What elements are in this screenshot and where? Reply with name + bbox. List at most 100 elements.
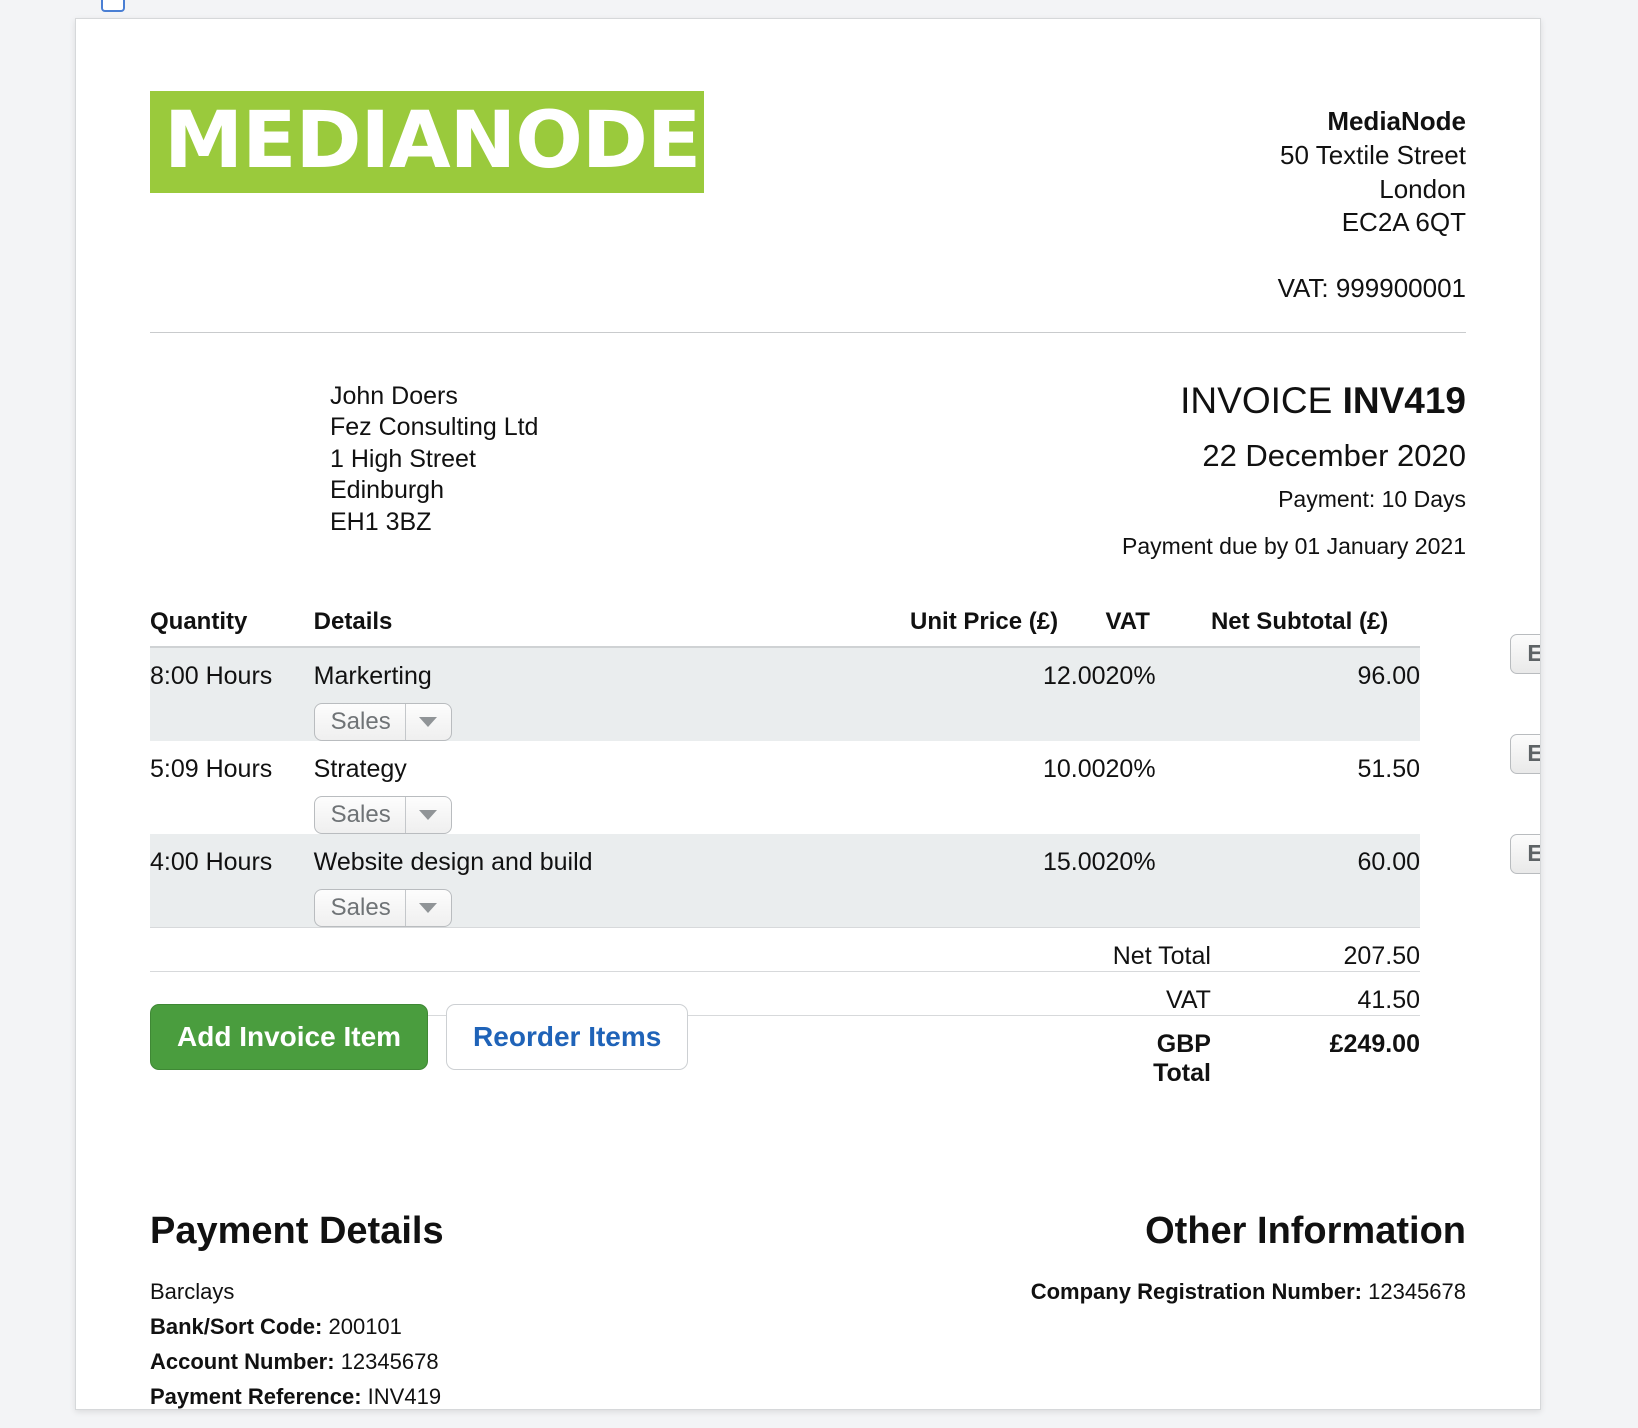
supplier-name: MediaNode <box>1327 106 1466 136</box>
company-registration-value: 12345678 <box>1368 1278 1466 1304</box>
supplier-postcode: EC2A 6QT <box>1341 207 1466 238</box>
invoice-footer: Payment Details Barclays Bank/Sort Code:… <box>150 1088 1466 1409</box>
vat-total-label: VAT <box>1105 970 1211 1016</box>
row-unit-price: 12.00 <box>910 646 1106 741</box>
payment-terms: Payment: 10 Days <box>1278 485 1466 512</box>
supplier-address-block: MediaNode 50 Textile Street London EC2A … <box>1278 91 1466 306</box>
company-logo: MEDIANODE <box>150 91 704 193</box>
customer-address-block: John Doers Fez Consulting Ltd 1 High Str… <box>150 381 538 539</box>
table-row: 4:00 Hours Website design and build Sale… <box>150 833 1420 928</box>
table-row: 5:09 Hours Strategy Sales 10.00 20% 51.5… <box>150 741 1420 834</box>
chevron-down-icon <box>404 796 451 833</box>
sort-code-label: Bank/Sort Code: <box>150 1313 323 1339</box>
vat-total-value: 41.50 <box>1210 970 1420 1016</box>
net-total-row: Net Total 207.50 <box>150 926 1420 972</box>
invoice-details-block: INVOICE INV419 22 December 2020 Payment:… <box>1122 379 1466 560</box>
invoice-label: INVOICE <box>1180 379 1333 421</box>
payment-reference-row: Payment Reference: INV419 <box>150 1383 444 1409</box>
row-category-select[interactable]: Sales <box>313 888 452 927</box>
edit-row-button[interactable]: Edit <box>1510 733 1540 774</box>
row-unit-price: 15.00 <box>910 833 1106 928</box>
sort-code-value: 200101 <box>328 1313 402 1339</box>
customer-city: Edinburgh <box>330 476 444 505</box>
row-details-cell: Strategy Sales <box>313 741 910 834</box>
row-vat: 20% <box>1105 833 1211 928</box>
row-net-subtotal: 60.00 <box>1210 833 1420 928</box>
row-category-value: Sales <box>330 800 391 828</box>
row-actions-3: Edit ✖ <box>1510 833 1540 874</box>
chevron-down-icon <box>404 889 451 926</box>
customer-company: Fez Consulting Ltd <box>330 413 539 442</box>
reorder-items-button[interactable]: Reorder Items <box>446 1003 689 1070</box>
customer-contact: John Doers <box>330 381 458 410</box>
spacer-cell <box>910 926 1106 972</box>
supplier-city: London <box>1379 173 1466 204</box>
supplier-address-line-1: 50 Textile Street <box>1280 139 1466 170</box>
row-quantity: 8:00 Hours <box>150 646 314 741</box>
net-total-label: Net Total <box>1105 926 1211 972</box>
row-vat: 20% <box>1105 646 1211 741</box>
row-category-value: Sales <box>330 707 391 735</box>
supplier-vat-number: VAT: 999900001 <box>1277 273 1466 304</box>
account-number-label: Account Number: <box>150 1348 335 1374</box>
company-registration-label: Company Registration Number: <box>1030 1278 1362 1304</box>
company-registration-row: Company Registration Number: 12345678 <box>1031 1279 1466 1305</box>
payment-details-section: Payment Details Barclays Bank/Sort Code:… <box>150 1209 444 1409</box>
page-background-strip <box>0 0 1638 18</box>
spacer-cell <box>150 926 314 972</box>
account-number-value: 12345678 <box>340 1348 439 1374</box>
header-quantity: Quantity <box>150 607 314 648</box>
row-category-value: Sales <box>330 893 391 921</box>
row-vat: 20% <box>1105 754 1156 783</box>
table-row: 8:00 Hours Markerting Sales 12.00 20% 96… <box>150 646 1420 741</box>
bank-name: Barclays <box>150 1278 235 1304</box>
grand-total-label: GBP Total <box>1105 1014 1211 1088</box>
partial-checkbox[interactable] <box>101 0 125 12</box>
row-unit-price: 10.00 <box>1042 754 1106 783</box>
payment-details-title: Payment Details <box>150 1209 444 1252</box>
payment-due-date: Payment due by 01 January 2021 <box>1122 532 1466 559</box>
grand-total-value: £249.00 <box>1210 1014 1420 1088</box>
invoice-title: INVOICE INV419 <box>1122 379 1466 422</box>
row-net-subtotal: 51.50 <box>1357 754 1420 783</box>
header-unit-price: Unit Price (£) <box>910 607 1106 648</box>
invoice-number: INV419 <box>1342 379 1466 421</box>
row-details-cell: Markerting Sales <box>313 646 911 741</box>
chevron-down-icon <box>404 703 451 740</box>
edit-row-button[interactable]: Edit <box>1510 633 1540 674</box>
row-description: Strategy <box>313 754 407 783</box>
row-category-select[interactable]: Sales <box>313 795 452 834</box>
edit-row-button[interactable]: Edit <box>1510 833 1540 874</box>
invoice-document: MEDIANODE MediaNode 50 Textile Street Lo… <box>75 18 1541 1410</box>
row-actions-1: Edit ✖ <box>1510 633 1540 674</box>
customer-postcode: EH1 3BZ <box>330 507 432 536</box>
row-quantity: 5:09 Hours <box>150 754 273 783</box>
row-net-subtotal: 96.00 <box>1210 646 1420 741</box>
table-header-row: Quantity Details Unit Price (£) VAT Net … <box>150 607 1420 648</box>
spacer-cell <box>910 970 1106 1016</box>
other-information-section: Other Information Company Registration N… <box>1031 1210 1466 1305</box>
account-number-row: Account Number: 12345678 <box>150 1349 444 1375</box>
spacer-cell <box>910 1014 1106 1088</box>
row-actions-2: Edit ✖ <box>1510 733 1540 774</box>
other-information-title: Other Information <box>1145 1209 1466 1252</box>
header-net-subtotal: Net Subtotal (£) <box>1210 607 1420 648</box>
net-total-value: 207.50 <box>1210 926 1420 972</box>
row-description: Website design and build <box>313 847 593 876</box>
invoice-header: MEDIANODE MediaNode 50 Textile Street Lo… <box>150 19 1466 306</box>
add-invoice-item-button[interactable]: Add Invoice Item <box>150 1003 429 1070</box>
invoice-items-section: Quantity Details Unit Price (£) VAT Net … <box>150 607 1540 1088</box>
invoice-date: 22 December 2020 <box>1202 437 1466 473</box>
header-details: Details <box>313 607 911 648</box>
row-details-cell: Website design and build Sales <box>313 833 911 928</box>
row-quantity: 4:00 Hours <box>150 833 314 928</box>
invoice-meta-row: John Doers Fez Consulting Ltd 1 High Str… <box>150 333 1466 560</box>
logo-wordmark: MEDIANODE <box>164 96 701 186</box>
customer-address-line-1: 1 High Street <box>330 444 476 473</box>
row-category-select[interactable]: Sales <box>313 702 452 741</box>
spacer-cell <box>313 926 911 972</box>
invoice-item-actions: Add Invoice Item Reorder Items <box>150 1003 689 1070</box>
partial-label-text <box>150 0 830 4</box>
header-vat: VAT <box>1105 607 1211 648</box>
payment-reference-label: Payment Reference: <box>150 1383 362 1409</box>
